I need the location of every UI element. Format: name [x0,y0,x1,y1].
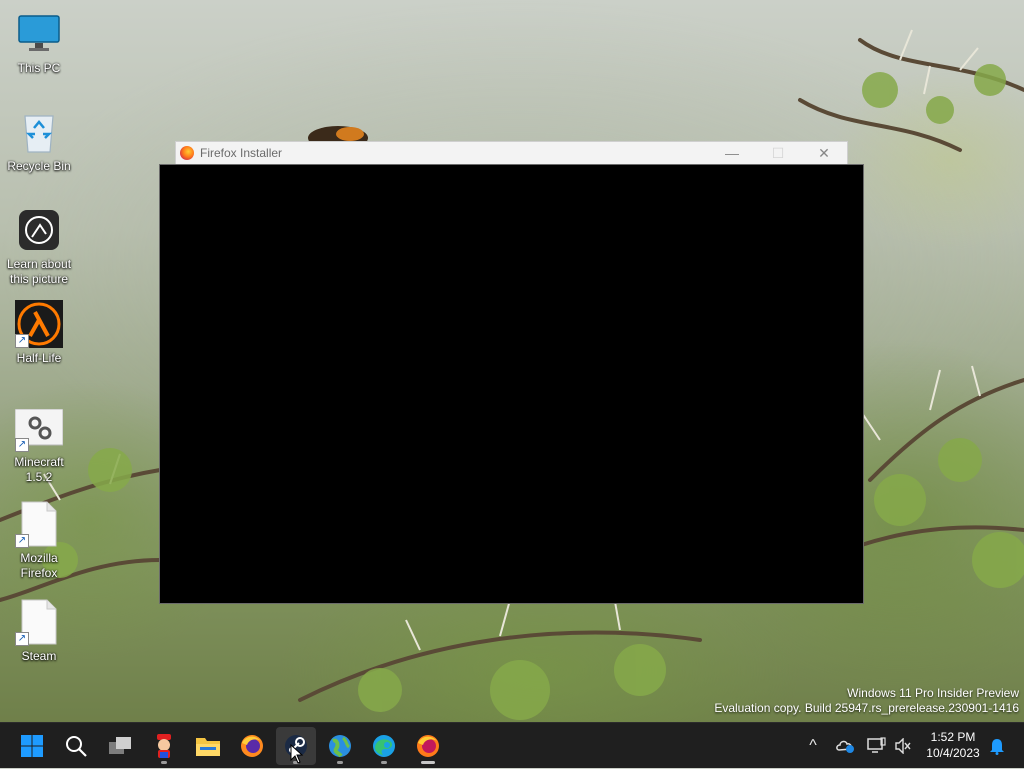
firefox-icon [241,735,263,757]
network-tray[interactable] [864,723,888,769]
chevron-up-icon: ^ [809,737,817,754]
running-indicator [161,761,167,764]
desktop-icon-label: This PC [17,61,61,75]
shortcut-arrow-icon: ↗ [15,438,29,452]
clock[interactable]: 1:52 PM 10/4/2023 [922,729,984,761]
clock-time: 1:52 PM [930,730,976,744]
folder-icon [196,738,220,756]
desktop-icon-label: Minecraft 1.5.2 [14,455,64,484]
desktop-icon-mozilla-firefox[interactable]: ↗ Mozilla Firefox [4,500,74,581]
active-window-indicator [421,761,435,764]
desktop-icon-label: Steam [21,649,57,663]
close-button[interactable]: ✕ [801,142,847,164]
firefox-icon [180,146,194,160]
search-button[interactable] [56,727,96,765]
clock-date: 10/4/2023 [926,746,980,760]
taskbar-edge[interactable] [364,727,404,765]
windows-logo-icon [21,735,43,757]
desktop-icon-label: Half-Life [16,351,62,365]
desktop-icon-minecraft[interactable]: ↗ Minecraft 1.5.2 [4,404,74,485]
taskbar-mario-app[interactable] [144,727,184,765]
notifications-button[interactable] [986,723,1008,769]
maximize-button[interactable]: ☐ [755,142,801,164]
show-hidden-icons-button[interactable]: ^ [802,723,824,769]
desktop-icon-label: Mozilla Firefox [20,551,58,580]
minimize-button[interactable]: — [709,142,755,164]
mario-icon [157,734,171,758]
installer-content-area[interactable] [160,165,863,603]
recycle-bin-icon [15,108,63,156]
blank-file-icon: ↗ [15,598,63,646]
cloud-info-icon [836,740,854,753]
blank-file-icon: ↗ [15,500,63,548]
network-monitor-icon [867,737,886,753]
taskbar-firefox-installer[interactable] [408,727,448,765]
desktop-icon-label: Recycle Bin [7,159,71,173]
desktop-icon-steam[interactable]: ↗ Steam [4,598,74,664]
desktop-icon-label: Learn about this picture [6,257,72,286]
edge-icon [373,735,395,757]
window-title: Firefox Installer [200,146,283,160]
taskbar-firefox[interactable] [232,727,272,765]
mouse-cursor-icon [290,744,304,764]
volume-tray[interactable] [892,723,914,769]
watermark-line-1: Windows 11 Pro Insider Preview [847,686,1019,700]
search-icon [66,736,87,757]
half-life-lambda-icon: ↗ [15,300,63,348]
onedrive-tray[interactable] [834,723,858,769]
task-view-icon [109,737,131,754]
shortcut-arrow-icon: ↗ [15,632,29,646]
running-indicator [381,761,387,764]
windows-watermark: Windows 11 Pro Insider Preview Evaluatio… [714,686,1019,716]
task-view-button[interactable] [100,727,140,765]
desktop-icon-half-life[interactable]: ↗ Half-Life [4,300,74,366]
speaker-muted-icon [895,738,911,754]
desktop-icon-recycle-bin[interactable]: Recycle Bin [4,108,74,174]
shortcut-arrow-icon: ↗ [15,334,29,348]
running-indicator [337,761,343,764]
start-button[interactable] [12,727,52,765]
taskbar-file-explorer[interactable] [188,727,228,765]
globe-icon [329,735,351,758]
monitor-icon [15,10,63,58]
taskbar: ^ 1:52 PM 10/4/2023 [0,722,1024,768]
firefox-installer-window[interactable]: Firefox Installer — ☐ ✕ [175,141,848,165]
bell-icon [990,739,1004,755]
camera-icon [15,206,63,254]
shortcut-arrow-icon: ↗ [15,534,29,548]
firefox-icon [417,735,439,757]
desktop-icon-learn-about-picture[interactable]: Learn about this picture [4,206,74,287]
desktop-icon-this-pc[interactable]: This PC [4,10,74,76]
window-titlebar[interactable]: Firefox Installer — ☐ ✕ [176,142,847,164]
watermark-line-2: Evaluation copy. Build 25947.rs_prerelea… [714,701,1019,715]
gear-settings-icon: ↗ [15,404,63,452]
taskbar-globe-app[interactable] [320,727,360,765]
